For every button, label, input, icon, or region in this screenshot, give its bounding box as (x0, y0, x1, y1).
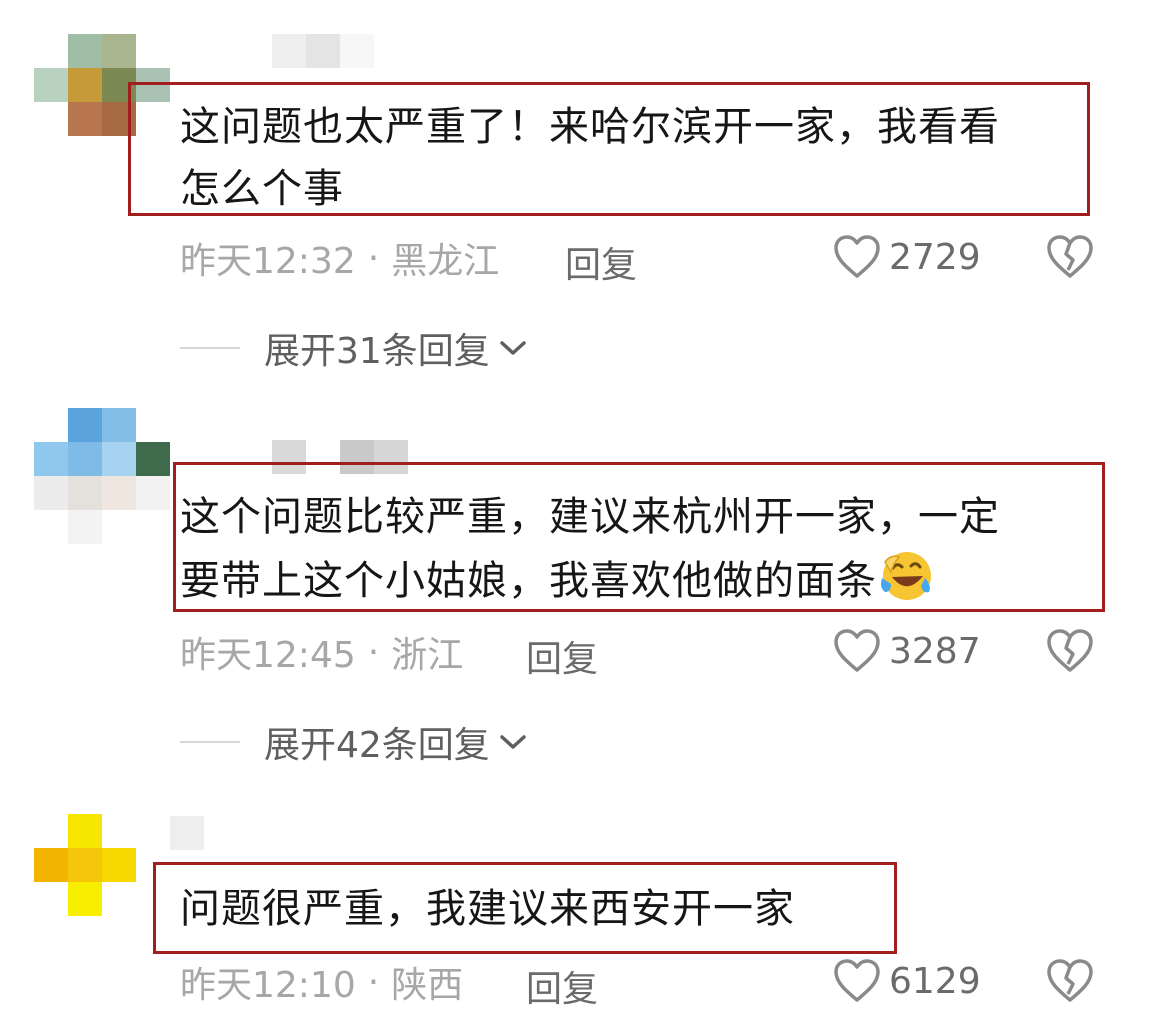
like-count: 6129 (889, 960, 981, 1002)
dislike-button[interactable] (1046, 958, 1094, 1008)
dislike-button[interactable] (1046, 628, 1094, 678)
comment-text: 问题很严重，我建议来西安开一家 (180, 886, 795, 932)
heart-outline-icon (834, 235, 880, 278)
heart-outline-icon (834, 959, 880, 1002)
avatar[interactable] (34, 814, 170, 950)
heart-outline-icon (834, 629, 880, 672)
divider-line (180, 741, 240, 743)
username-redacted[interactable] (170, 816, 204, 850)
reply-button[interactable]: 回复 (565, 236, 637, 288)
like-button[interactable]: 3287 (833, 628, 981, 674)
like-button[interactable]: 6129 (833, 958, 981, 1004)
expand-replies-label: 展开42条回复 (264, 725, 490, 766)
comment-text: 这问题也太严重了！来哈尔滨开一家，我看看 怎么个事 (180, 104, 1000, 212)
timestamp: 昨天12:32 (180, 241, 356, 282)
like-count: 2729 (889, 236, 981, 278)
chevron-down-icon (500, 341, 526, 355)
location: 浙江 (391, 635, 464, 676)
comment-meta: 昨天12:32 · 黑龙江 (180, 234, 500, 283)
like-button[interactable]: 2729 (833, 234, 981, 280)
dislike-button[interactable] (1046, 234, 1094, 284)
reply-button[interactable]: 回复 (526, 630, 598, 682)
expand-replies[interactable]: 展开42条回复 (180, 716, 528, 768)
location: 黑龙江 (391, 241, 500, 282)
broken-heart-icon (1047, 235, 1093, 278)
username-redacted[interactable] (272, 34, 374, 68)
broken-heart-icon (1047, 959, 1093, 1002)
broken-heart-icon (1047, 629, 1093, 672)
expand-replies-label: 展开31条回复 (264, 331, 490, 372)
chevron-down-icon (500, 735, 526, 749)
meta-separator: · (367, 631, 380, 673)
comment-meta: 昨天12:10 · 陕西 (180, 958, 464, 1007)
reply-button[interactable]: 回复 (526, 960, 598, 1012)
meta-separator: · (367, 237, 380, 279)
location: 陕西 (391, 965, 464, 1006)
avatar[interactable] (34, 408, 170, 544)
laughing-tears-emoji (881, 552, 931, 600)
timestamp: 昨天12:45 (180, 635, 356, 676)
divider-line (180, 347, 240, 349)
like-count: 3287 (889, 630, 981, 672)
timestamp: 昨天12:10 (180, 965, 356, 1006)
comment-meta: 昨天12:45 · 浙江 (180, 628, 464, 677)
expand-replies[interactable]: 展开31条回复 (180, 322, 528, 374)
comment-text: 这个问题比较严重，建议来杭州开一家，一定 要带上这个小姑娘，我喜欢他做的面条 (180, 494, 1000, 604)
meta-separator: · (367, 961, 380, 1003)
